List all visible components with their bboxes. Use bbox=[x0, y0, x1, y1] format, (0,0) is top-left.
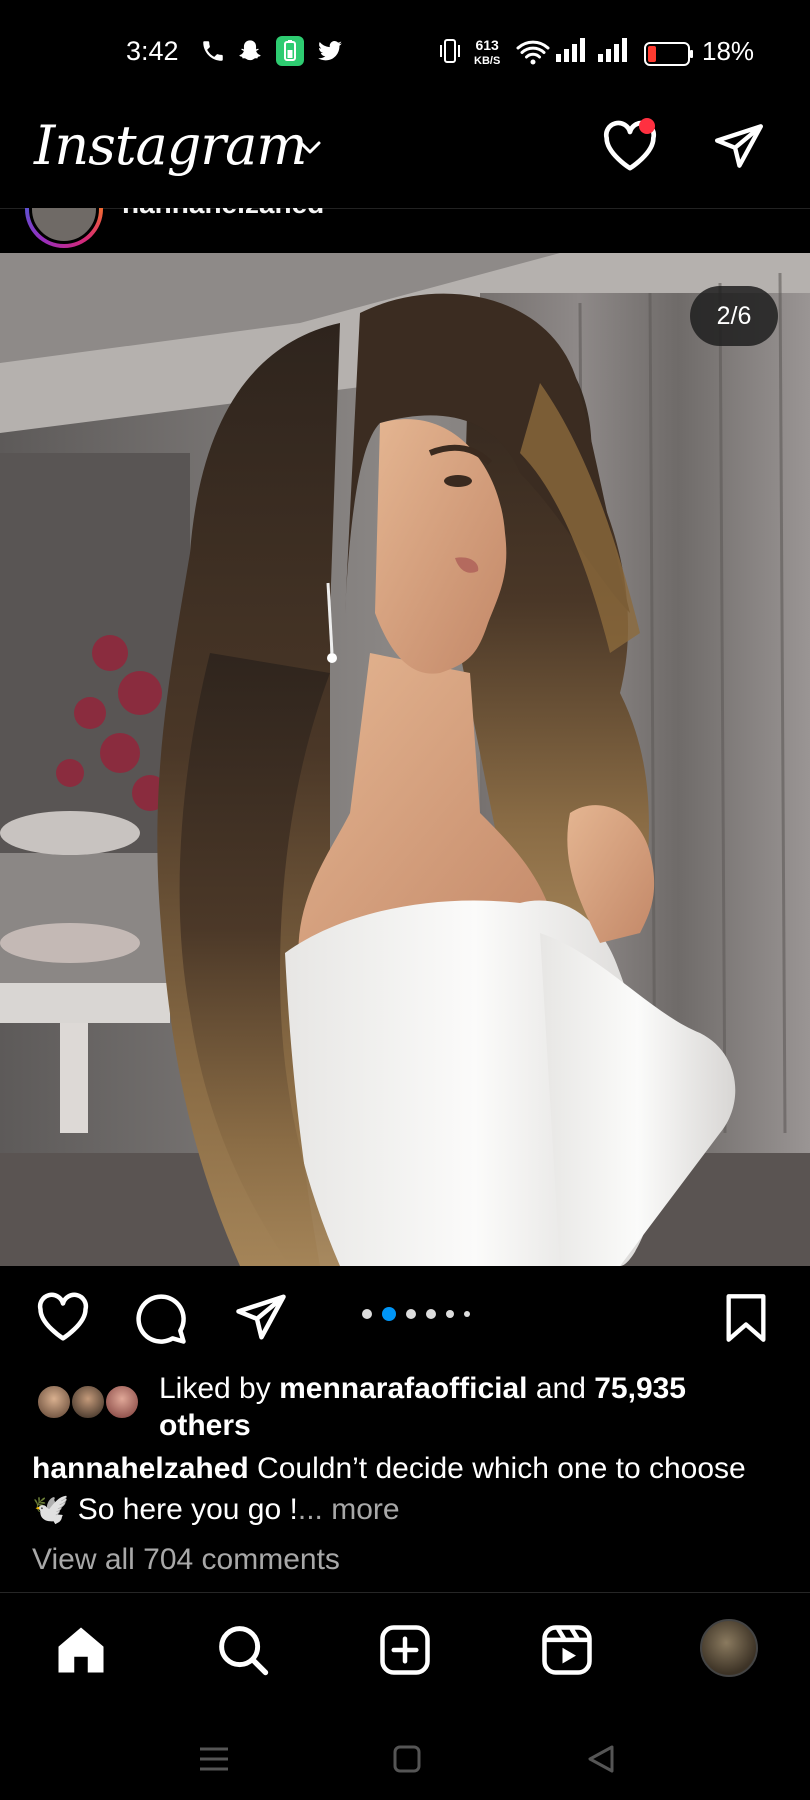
dove-emoji: 🕊️ bbox=[32, 1493, 70, 1526]
post-header: hannahelzahed bbox=[0, 208, 810, 253]
menu-icon[interactable] bbox=[198, 1746, 230, 1772]
likes-count[interactable]: 75,935 bbox=[594, 1372, 686, 1405]
bottom-navigation bbox=[0, 1592, 810, 1705]
share-icon[interactable] bbox=[234, 1292, 288, 1342]
battery-percent: 18% bbox=[702, 36, 755, 66]
net-speed-unit: KB/S bbox=[474, 55, 501, 67]
avatar bbox=[29, 208, 99, 244]
battery-icon bbox=[644, 42, 693, 66]
battery-saver-icon bbox=[276, 36, 304, 66]
instagram-logo[interactable]: Instagram bbox=[34, 114, 307, 177]
create-icon[interactable] bbox=[378, 1623, 432, 1677]
caption-text-line2: So here you go ! bbox=[69, 1493, 298, 1526]
caption-text: Couldn’t decide which one to choose bbox=[248, 1452, 746, 1485]
photo-illustration bbox=[0, 253, 810, 1266]
snapchat-icon bbox=[239, 40, 261, 61]
phone-icon bbox=[203, 41, 223, 61]
post-author-username[interactable]: hannahelzahed bbox=[122, 208, 324, 220]
carousel-dot bbox=[362, 1309, 372, 1319]
post-caption: hannahelzahed Couldn’t decide which one … bbox=[32, 1448, 792, 1530]
status-time: 3:42 bbox=[126, 36, 179, 66]
reels-icon[interactable] bbox=[540, 1623, 594, 1677]
signal-icon bbox=[556, 38, 585, 62]
liked-by-text[interactable]: Liked by mennarafaofficial and 75,935 oth… bbox=[159, 1370, 779, 1444]
bookmark-icon[interactable] bbox=[724, 1292, 768, 1344]
caption-username[interactable]: hannahelzahed bbox=[32, 1452, 249, 1485]
liker-avatar[interactable] bbox=[70, 1384, 106, 1420]
likes-others[interactable]: others bbox=[159, 1409, 251, 1442]
liker-avatar[interactable] bbox=[36, 1384, 72, 1420]
notification-dot bbox=[639, 118, 655, 134]
home-square-icon[interactable] bbox=[392, 1744, 422, 1774]
back-triangle-icon[interactable] bbox=[586, 1744, 616, 1774]
signal-icon-2 bbox=[598, 38, 627, 62]
network-speed: 613 KB/S bbox=[474, 38, 500, 68]
chevron-down-icon[interactable] bbox=[298, 140, 322, 156]
twitter-icon bbox=[318, 41, 342, 61]
carousel-dot bbox=[446, 1310, 454, 1318]
send-icon[interactable] bbox=[712, 122, 766, 170]
post-actions bbox=[0, 1266, 810, 1366]
liked-by-prefix: Liked by bbox=[159, 1372, 280, 1405]
app-header: Instagram bbox=[0, 100, 810, 209]
liked-by-user[interactable]: mennarafaofficial bbox=[279, 1372, 527, 1405]
profile-avatar[interactable] bbox=[700, 1619, 758, 1677]
net-speed-value: 613 bbox=[475, 37, 499, 53]
system-navigation-bar bbox=[0, 1704, 810, 1800]
like-icon[interactable] bbox=[36, 1292, 90, 1342]
post-author-avatar[interactable] bbox=[25, 208, 103, 248]
home-icon[interactable] bbox=[54, 1623, 108, 1677]
carousel-dot-active bbox=[382, 1307, 396, 1321]
vibrate-icon bbox=[440, 39, 460, 63]
wifi-icon bbox=[516, 40, 550, 65]
comment-icon[interactable] bbox=[134, 1292, 188, 1346]
caption-more-link[interactable]: ... more bbox=[298, 1493, 400, 1526]
search-icon[interactable] bbox=[216, 1623, 270, 1677]
liker-avatar[interactable] bbox=[104, 1384, 140, 1420]
view-comments-link[interactable]: View all 704 comments bbox=[32, 1543, 340, 1577]
carousel-dot bbox=[406, 1309, 416, 1319]
carousel-counter: 2/6 bbox=[690, 286, 778, 346]
liked-by-and: and bbox=[527, 1372, 595, 1405]
post-photo[interactable] bbox=[0, 253, 810, 1266]
carousel-dot bbox=[426, 1309, 436, 1319]
status-bar: 3:42 613 KB/S 18% bbox=[0, 0, 810, 100]
carousel-dot bbox=[464, 1311, 470, 1317]
